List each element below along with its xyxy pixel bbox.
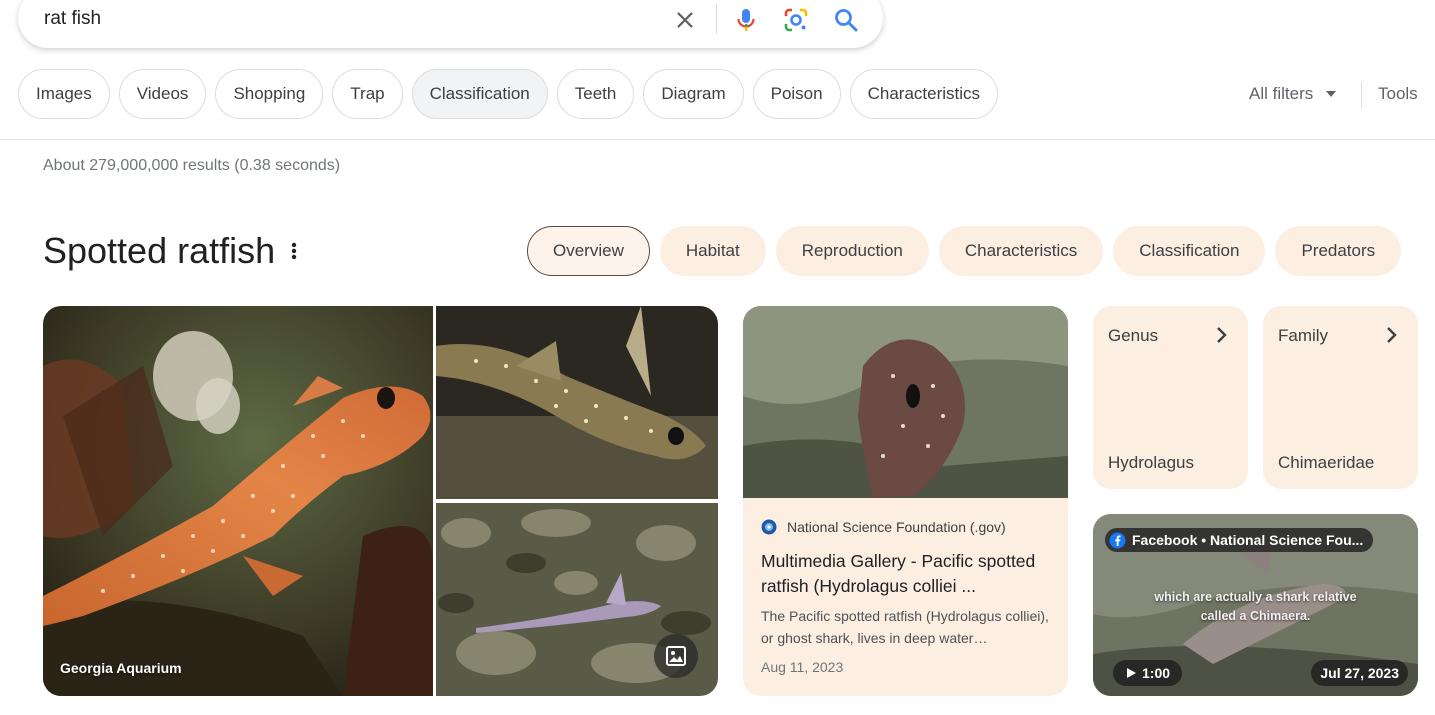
- article-title[interactable]: Multimedia Gallery - Pacific spotted rat…: [761, 549, 1056, 599]
- ratfish-image-3[interactable]: [436, 503, 718, 696]
- clear-icon[interactable]: [672, 7, 698, 33]
- video-card[interactable]: Facebook • National Science Fou... which…: [1093, 514, 1418, 696]
- knowledge-panel-title: Spotted ratfish: [43, 230, 276, 271]
- search-box: rat fish: [18, 0, 883, 48]
- ratfish-image-2[interactable]: [436, 306, 718, 499]
- lens-icon[interactable]: [783, 7, 809, 33]
- article-card[interactable]: National Science Foundation (.gov) Multi…: [743, 306, 1068, 696]
- image-icon: [666, 646, 686, 666]
- video-subtitle-line-2: called a Chimaera.: [1200, 609, 1311, 623]
- chip-trap[interactable]: Trap: [332, 69, 403, 119]
- tools-button[interactable]: Tools: [1378, 84, 1418, 104]
- fact-label: Genus: [1108, 326, 1159, 345]
- article-source: National Science Foundation (.gov): [761, 519, 1006, 535]
- tab-predators[interactable]: Predators: [1275, 226, 1402, 276]
- fact-card-genus[interactable]: Genus Hydrolagus: [1093, 306, 1248, 489]
- more-options-icon[interactable]: [284, 240, 304, 264]
- knowledge-panel-tabs: Overview Habitat Reproduction Characteri…: [527, 226, 1402, 276]
- article-source-name: National Science Foundation (.gov): [787, 519, 1006, 535]
- microphone-icon[interactable]: [733, 7, 759, 33]
- video-subtitle: which are actually a shark relative call…: [1093, 588, 1418, 626]
- article-thumbnail: [743, 306, 1068, 498]
- fact-label: Family: [1278, 326, 1329, 345]
- chip-shopping[interactable]: Shopping: [215, 69, 324, 119]
- all-filters-label: All filters: [1249, 84, 1314, 103]
- image-gallery-button[interactable]: [654, 634, 698, 678]
- chip-diagram[interactable]: Diagram: [643, 69, 744, 119]
- result-stats: About 279,000,000 results (0.38 seconds): [43, 157, 341, 174]
- tab-habitat[interactable]: Habitat: [659, 226, 766, 276]
- chip-characteristics[interactable]: Characteristics: [849, 69, 999, 119]
- image-source-caption: Georgia Aquarium: [60, 660, 182, 676]
- all-filters-button[interactable]: All filters: [1249, 84, 1337, 104]
- dropdown-arrow-icon: [1326, 91, 1337, 97]
- chevron-right-icon: [1387, 327, 1397, 343]
- tab-reproduction[interactable]: Reproduction: [775, 226, 929, 276]
- fact-card-family[interactable]: Family Chimaeridae: [1263, 306, 1418, 489]
- video-duration: 1:00: [1142, 665, 1171, 681]
- tab-overview[interactable]: Overview: [527, 226, 650, 276]
- search-input[interactable]: rat fish: [44, 8, 101, 30]
- chip-classification[interactable]: Classification: [411, 69, 548, 119]
- chevron-right-icon: [1217, 327, 1227, 343]
- toolbar-divider: [1361, 82, 1362, 108]
- video-source-name: Facebook • National Science Fou...: [1132, 532, 1364, 548]
- filter-chip-bar: Images Videos Shopping Trap Classificati…: [18, 69, 999, 119]
- chip-poison[interactable]: Poison: [752, 69, 841, 119]
- article-date: Aug 11, 2023: [761, 659, 844, 675]
- search-divider: [716, 4, 717, 34]
- chip-images[interactable]: Images: [18, 69, 110, 119]
- fact-value: Chimaeridae: [1278, 453, 1375, 472]
- tab-characteristics[interactable]: Characteristics: [938, 226, 1104, 276]
- chip-teeth[interactable]: Teeth: [556, 69, 635, 119]
- play-icon: [1127, 668, 1136, 678]
- main-ratfish-image[interactable]: Georgia Aquarium: [43, 306, 433, 696]
- search-icon[interactable]: [833, 7, 859, 33]
- article-snippet: The Pacific spotted ratfish (Hydrolagus …: [761, 608, 1049, 646]
- facebook-icon: [1109, 532, 1126, 548]
- video-subtitle-line-1: which are actually a shark relative: [1154, 590, 1357, 604]
- video-duration-badge: 1:00: [1113, 660, 1183, 686]
- nsf-logo-icon: [761, 519, 777, 535]
- fact-value: Hydrolagus: [1108, 453, 1194, 472]
- header-divider: [0, 139, 1435, 140]
- video-date: Jul 27, 2023: [1311, 660, 1408, 686]
- chip-videos[interactable]: Videos: [118, 69, 207, 119]
- tab-classification[interactable]: Classification: [1113, 226, 1266, 276]
- video-source-badge: Facebook • National Science Fou...: [1105, 528, 1374, 552]
